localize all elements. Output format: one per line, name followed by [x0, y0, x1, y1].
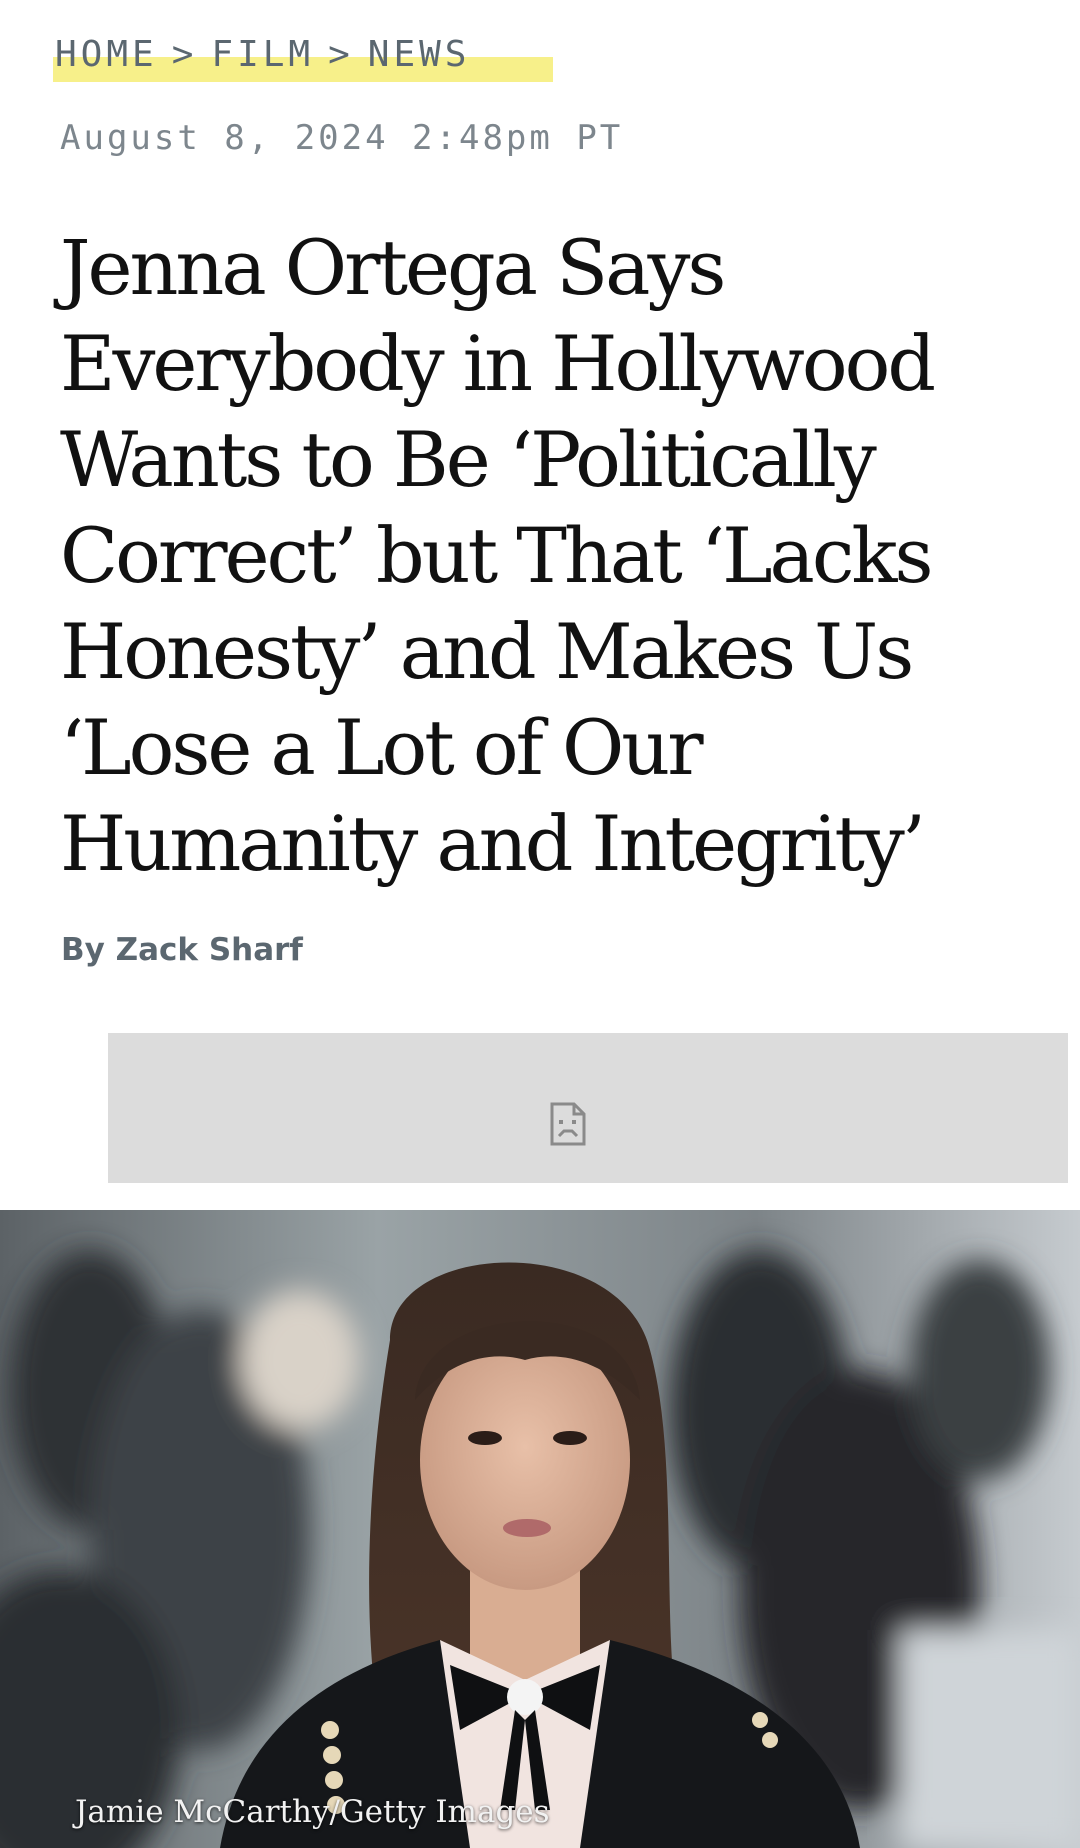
hero-image: Jamie McCarthy/Getty Images: [0, 1210, 1080, 1848]
breadcrumb-separator: >: [171, 33, 198, 75]
author-link[interactable]: Zack Sharf: [116, 932, 303, 968]
breadcrumb-separator: >: [328, 33, 354, 75]
breadcrumb: HOME > FILM > NEWS: [53, 26, 553, 82]
article-page: HOME > FILM > NEWS August 8, 2024 2:48pm…: [0, 0, 1080, 1848]
photo-credit: Jamie McCarthy/Getty Images: [75, 1794, 550, 1830]
article-headline: Jenna Ortega Says Everybody in Hollywood…: [60, 223, 936, 888]
byline-prefix: By: [61, 932, 105, 968]
article-dateline: August 8, 2024 2:48pm PT: [60, 118, 624, 158]
hero-photo: [0, 1210, 1080, 1848]
article-byline: By Zack Sharf: [61, 932, 303, 968]
broken-image-icon: [550, 1102, 586, 1146]
ad-placeholder[interactable]: [108, 1033, 1068, 1183]
breadcrumb-news-link[interactable]: NEWS: [368, 34, 471, 75]
breadcrumb-home-link[interactable]: HOME: [55, 34, 158, 75]
breadcrumb-film-link[interactable]: FILM: [211, 34, 314, 75]
